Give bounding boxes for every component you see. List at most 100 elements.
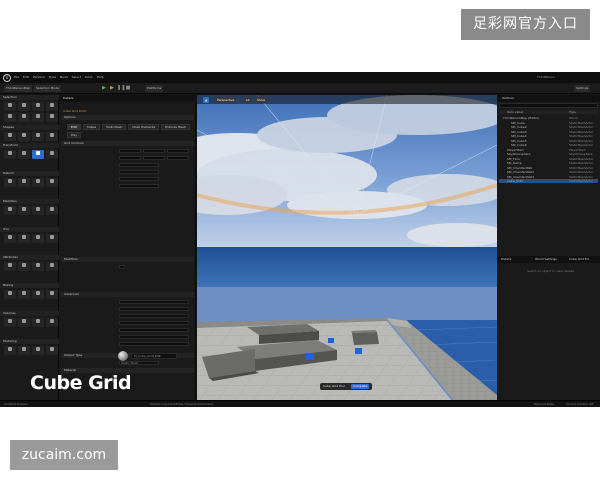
mesh-to-volume-tool-icon[interactable]	[18, 318, 30, 327]
cone-tool-icon[interactable]	[4, 113, 16, 122]
menu-help[interactable]: Help	[97, 75, 104, 79]
tab-extrude-mesh[interactable]: Extrude Mesh	[161, 124, 190, 130]
menu-tools[interactable]: Tools	[49, 75, 56, 79]
content-drawer-button[interactable]: Content Drawer	[4, 402, 28, 406]
number-field[interactable]	[119, 170, 159, 174]
outliner-row[interactable]: SM_ChamferWall2 StaticMeshActor	[499, 170, 598, 174]
complete-button[interactable]: Complete	[351, 384, 370, 389]
duplicate-tool-icon[interactable]	[32, 346, 44, 355]
pause-icon[interactable]: ❚❚	[117, 85, 125, 92]
outliner-row[interactable]: ThirdPersonMap (Editor) World	[499, 116, 598, 120]
play-icon[interactable]: ▶	[101, 85, 107, 92]
tangents-tool-icon[interactable]	[18, 262, 30, 271]
platforms-button[interactable]: Platforms	[145, 85, 164, 92]
polygroups-tool-icon[interactable]	[32, 262, 44, 271]
save-level-button[interactable]: ThirdPersonMap	[4, 85, 33, 92]
outliner-row[interactable]: SM_ChamferWall3 StaticMeshActor	[499, 175, 598, 179]
bake-rs-tool-icon[interactable]	[46, 290, 58, 299]
vector-z-field[interactable]	[167, 149, 189, 153]
menu-window[interactable]: Window	[33, 75, 45, 79]
number-field[interactable]	[119, 184, 159, 188]
menu-edit[interactable]: Edit	[23, 75, 29, 79]
transform-gizmo-button[interactable]: ▲	[203, 97, 210, 103]
tab-mesh-elements[interactable]: Mesh Elements	[128, 124, 160, 130]
outliner-row[interactable]: SM_Ramp StaticMeshActor	[499, 161, 598, 165]
bake-vertex-tool-icon[interactable]	[18, 290, 30, 299]
text-field[interactable]	[119, 328, 189, 332]
weld-tool-icon[interactable]	[32, 206, 44, 215]
vector-y-field[interactable]	[143, 156, 165, 160]
revolve-tool-icon[interactable]	[32, 132, 44, 141]
tab-shape[interactable]: Shape	[82, 124, 101, 130]
stairs-tool-icon[interactable]	[46, 113, 58, 122]
menu-actor[interactable]: Actor	[85, 75, 93, 79]
sculpt-tool-icon[interactable]	[4, 178, 16, 187]
volume-to-mesh-tool-icon[interactable]	[4, 318, 16, 327]
text-field[interactable]	[119, 335, 189, 339]
path-tool-icon[interactable]	[46, 132, 58, 141]
outliner-tab[interactable]: Outliner	[497, 95, 600, 102]
advanced-section-header[interactable]: Advanced	[61, 292, 194, 297]
options-section-header[interactable]: Options	[61, 115, 194, 120]
material-thumbnail[interactable]	[118, 351, 128, 361]
merge-tool-icon[interactable]	[18, 346, 30, 355]
text-field[interactable]	[119, 300, 189, 304]
sphere-tool-icon[interactable]	[32, 102, 44, 111]
bake-texture-tool-icon[interactable]	[4, 290, 16, 299]
bsp-tool-icon[interactable]	[32, 318, 44, 327]
outliner-row[interactable]: PlayerStart PlayerStart	[499, 148, 598, 152]
cylinder-tool-icon[interactable]	[46, 102, 58, 111]
text-field[interactable]	[119, 342, 189, 346]
viewport-scene[interactable]	[197, 95, 497, 407]
outliner-row[interactable]: SM_Cube StaticMeshActor	[499, 121, 598, 125]
arrow-tool-icon[interactable]	[32, 113, 44, 122]
edit-attributes-tool-icon[interactable]	[46, 262, 58, 271]
tab-cube-grid-ed[interactable]: Cube Grid Ed	[569, 257, 589, 261]
align-tool-icon[interactable]	[18, 150, 30, 159]
column-item-label[interactable]: Item Label	[507, 110, 523, 114]
cube-grid-tool-icon[interactable]	[32, 150, 44, 159]
tab-details[interactable]: Details	[501, 257, 511, 261]
outliner-row[interactable]: SM_Floor StaticMeshActor	[499, 157, 598, 161]
play-options-icon[interactable]: ▶	[109, 85, 115, 92]
uv-seam-tool-icon[interactable]	[32, 234, 44, 243]
box-tool-icon[interactable]	[18, 102, 30, 111]
select-tool-icon[interactable]	[4, 102, 16, 111]
outliner-search-input[interactable]	[499, 103, 598, 108]
collision-tool-icon[interactable]	[46, 318, 58, 327]
outliner-row[interactable]: Cube_Grid StaticMeshActor	[499, 179, 598, 183]
polygon-tool-icon[interactable]	[4, 132, 16, 141]
outliner-row[interactable]: SM_Cube3 StaticMeshActor	[499, 130, 598, 134]
number-field[interactable]	[119, 177, 159, 181]
stop-icon[interactable]: ■	[125, 85, 131, 92]
menu-build[interactable]: Build	[60, 75, 68, 79]
smooth-tool-icon[interactable]	[18, 178, 30, 187]
uv-transfer-tool-icon[interactable]	[46, 234, 58, 243]
tab-world-settings[interactable]: World Settings	[535, 257, 557, 261]
source-control-button[interactable]: Source Control Off	[566, 402, 593, 406]
remesh-tool-icon[interactable]	[18, 206, 30, 215]
blue-cube[interactable]	[355, 348, 362, 354]
lit-button[interactable]: Lit	[244, 97, 252, 103]
outliner-row[interactable]: SM_Cube5 StaticMeshActor	[499, 139, 598, 143]
project-tool-icon[interactable]	[46, 206, 58, 215]
menu-select[interactable]: Select	[72, 75, 81, 79]
tab-multi-mesh[interactable]: Multi Mesh	[102, 124, 127, 130]
outliner-row[interactable]: SM_Cube2 StaticMeshActor	[499, 125, 598, 129]
modifiers-section-header[interactable]: Modifiers	[61, 257, 194, 262]
tab-edit[interactable]: Edit	[67, 124, 81, 130]
outliner-row[interactable]: SM_Cube6 StaticMeshActor	[499, 143, 598, 147]
derived-data-button[interactable]: Derived Data	[534, 402, 554, 406]
uv-layout-tool-icon[interactable]	[18, 234, 30, 243]
blue-cube[interactable]	[328, 338, 334, 343]
text-field[interactable]	[119, 314, 189, 318]
tab-poly[interactable]: Poly	[67, 132, 82, 138]
text-field[interactable]	[119, 321, 189, 325]
column-type[interactable]: Type	[569, 110, 576, 114]
show-button[interactable]: Show	[255, 97, 268, 103]
offset-tool-icon[interactable]	[32, 178, 44, 187]
simplify-tool-icon[interactable]	[4, 206, 16, 215]
pivot-tool-icon[interactable]	[46, 150, 58, 159]
grid-controls-section-header[interactable]: Grid Controls	[61, 141, 194, 146]
outliner-row[interactable]: SM_ChamferWall StaticMeshActor	[499, 166, 598, 170]
